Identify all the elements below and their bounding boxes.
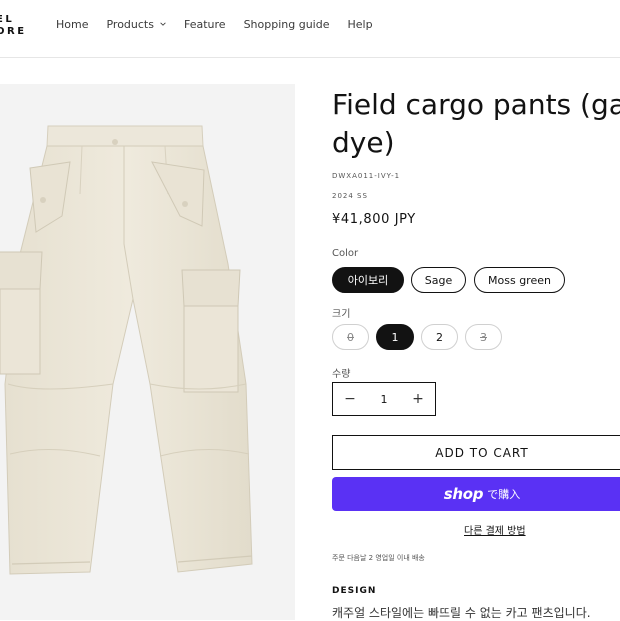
quantity-decrease-button[interactable]: − xyxy=(333,391,367,407)
color-option-ivory[interactable]: 아이보리 xyxy=(332,267,404,293)
color-option-sage[interactable]: Sage xyxy=(411,267,466,293)
logo-line-1: EL xyxy=(0,14,15,25)
quantity-increase-button[interactable]: + xyxy=(401,391,435,407)
color-option-label: Sage xyxy=(424,273,453,287)
size-option-label: 1 xyxy=(391,330,399,344)
product-title-line-2: dye) xyxy=(332,126,395,159)
shop-pay-button[interactable]: shop で購入 xyxy=(332,477,620,511)
size-option-1[interactable]: 1 xyxy=(376,324,414,350)
chevron-down-icon xyxy=(160,22,166,26)
shop-pay-label: で購入 xyxy=(487,488,521,501)
quantity-input[interactable]: 1 xyxy=(381,393,388,406)
logo-line-2: ORE xyxy=(0,26,27,37)
product-title: Field cargo pants (gar dye) xyxy=(332,86,620,162)
store-logo[interactable]: EL ORE xyxy=(0,14,27,38)
size-option-0[interactable]: 0 xyxy=(332,324,369,350)
nav-help-label: Help xyxy=(347,18,373,31)
nav-shopping-guide[interactable]: Shopping guide xyxy=(244,18,330,31)
color-option-label: Moss green xyxy=(488,273,551,287)
size-option-label: 2 xyxy=(436,330,443,344)
shop-pay-logo: shop xyxy=(443,485,484,503)
product-season: 2024 SS xyxy=(332,192,368,200)
color-option-moss-green[interactable]: Moss green xyxy=(474,267,565,293)
quantity-label: 수량 xyxy=(332,369,351,380)
quantity-stepper: − 1 + xyxy=(332,382,436,416)
product-image[interactable] xyxy=(0,84,295,620)
main-nav: Home Products Feature Shopping guide Hel… xyxy=(56,18,391,31)
design-heading: DESIGN xyxy=(332,586,377,596)
product-price: ¥41,800 JPY xyxy=(332,212,416,227)
nav-feature[interactable]: Feature xyxy=(184,18,226,31)
size-option-2[interactable]: 2 xyxy=(421,324,458,350)
nav-help[interactable]: Help xyxy=(347,18,372,31)
nav-products[interactable]: Products xyxy=(106,18,166,31)
nav-home[interactable]: Home xyxy=(56,18,88,31)
site-header: EL ORE Home Products Feature Shopping gu… xyxy=(0,0,620,58)
size-label: 크기 xyxy=(332,309,351,320)
size-option-label: 0 xyxy=(347,330,354,344)
nav-home-label: Home xyxy=(56,18,89,31)
color-label: Color xyxy=(332,248,359,259)
nav-shopping-guide-label: Shopping guide xyxy=(243,18,330,31)
shipping-note: 주문 다음날 2 영업일 이내 배송 xyxy=(332,554,425,562)
size-option-label: 3 xyxy=(480,330,487,344)
product-sku: DWXA011-IVY-1 xyxy=(332,172,401,180)
color-option-label: 아이보리 xyxy=(347,274,389,287)
add-to-cart-label: ADD TO CART xyxy=(435,445,529,460)
product-description: 캐주얼 스타일에는 빠뜨릴 수 없는 카고 팬츠입니다. xyxy=(332,606,591,620)
more-payment-options-link[interactable]: 다른 결제 방법 xyxy=(464,522,526,537)
nav-products-label: Products xyxy=(106,18,154,31)
nav-feature-label: Feature xyxy=(183,18,226,31)
cargo-pants-illustration xyxy=(0,125,253,575)
size-option-3[interactable]: 3 xyxy=(465,324,502,350)
add-to-cart-button[interactable]: ADD TO CART xyxy=(332,435,620,470)
product-title-line-1: Field cargo pants (gar xyxy=(332,88,620,121)
